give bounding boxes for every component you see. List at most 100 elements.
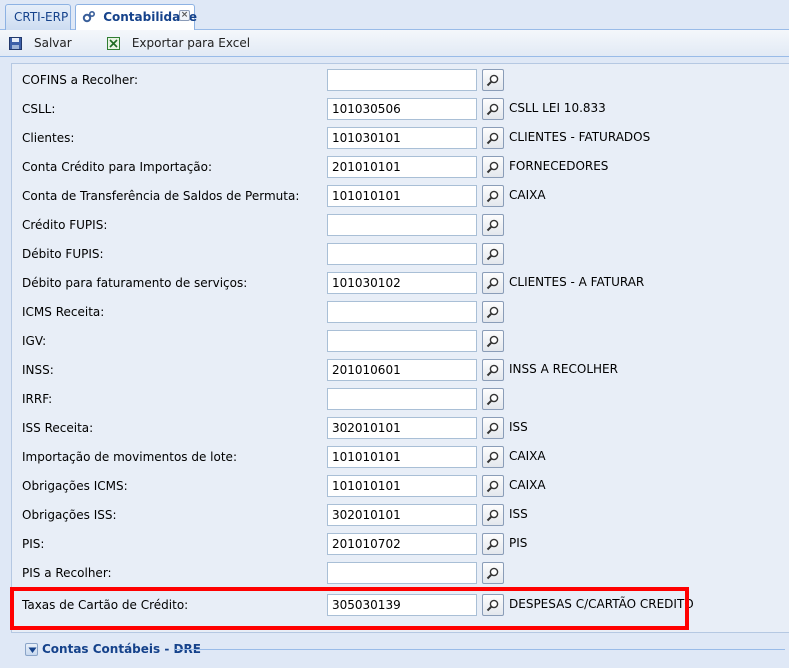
field-label: Débito FUPIS:: [22, 247, 104, 261]
form-row: Obrigações ISS: 302010101 ISS: [22, 504, 762, 526]
magnifier-icon: [486, 103, 499, 116]
field-label: Obrigações ICMS:: [22, 479, 128, 493]
save-label: Salvar: [34, 36, 72, 50]
account-description: CAIXA: [509, 478, 546, 492]
field-label: PIS:: [22, 537, 45, 551]
lookup-button[interactable]: [482, 272, 504, 294]
lookup-button[interactable]: [482, 504, 504, 526]
account-input[interactable]: [327, 69, 477, 91]
field-label: Clientes:: [22, 131, 75, 145]
lookup-button[interactable]: [482, 243, 504, 265]
account-input[interactable]: 101030102: [327, 272, 477, 294]
toolbar: Salvar Exportar para Excel: [0, 30, 789, 57]
account-input[interactable]: [327, 562, 477, 584]
account-input[interactable]: 201010601: [327, 359, 477, 381]
form-row: ISS Receita: 302010101 ISS: [22, 417, 762, 439]
export-excel-button[interactable]: Exportar para Excel: [107, 34, 250, 53]
field-label: Conta de Transferência de Saldos de Perm…: [22, 189, 300, 203]
field-label: COFINS a Recolher:: [22, 73, 139, 87]
save-icon: [9, 37, 22, 50]
lookup-button[interactable]: [482, 127, 504, 149]
lookup-button[interactable]: [482, 359, 504, 381]
account-input[interactable]: [327, 214, 477, 236]
account-input[interactable]: 101010101: [327, 446, 477, 468]
account-input[interactable]: [327, 330, 477, 352]
expand-toggle-icon[interactable]: [25, 643, 38, 656]
account-description: INSS A RECOLHER: [509, 362, 618, 376]
section-contas-contabeis-dre: Contas Contábeis - DRE: [15, 641, 785, 657]
export-label: Exportar para Excel: [131, 36, 251, 50]
lookup-button[interactable]: [482, 69, 504, 91]
magnifier-icon: [486, 335, 499, 348]
lookup-button[interactable]: [482, 417, 504, 439]
close-tab-icon[interactable]: ×: [179, 10, 190, 21]
section-divider: [175, 649, 785, 650]
field-label: Débito para faturamento de serviços:: [22, 276, 248, 290]
lookup-button[interactable]: [482, 156, 504, 178]
magnifier-icon: [486, 451, 499, 464]
form-row: IGV:: [22, 330, 762, 352]
form-row: Importação de movimentos de lote: 101010…: [22, 446, 762, 468]
lookup-button[interactable]: [482, 562, 504, 584]
field-label: CSLL:: [22, 102, 56, 116]
tab-contabilidade[interactable]: Contabilidade ×: [75, 4, 197, 31]
lookup-button[interactable]: [482, 98, 504, 120]
field-label: IGV:: [22, 334, 47, 348]
field-label: Conta Crédito para Importação:: [22, 160, 213, 174]
magnifier-icon: [486, 422, 499, 435]
lookup-button[interactable]: [482, 330, 504, 352]
highlight-box: [10, 587, 689, 630]
gears-icon: [82, 8, 96, 23]
magnifier-icon: [486, 567, 499, 580]
field-label: IRRF:: [22, 392, 53, 406]
form-row: Débito para faturamento de serviços: 101…: [22, 272, 762, 294]
account-description: CAIXA: [509, 449, 546, 463]
field-label: INSS:: [22, 363, 54, 377]
account-description: CSLL LEI 10.833: [509, 101, 606, 115]
account-description: PIS: [509, 536, 528, 550]
form-row: PIS a Recolher:: [22, 562, 762, 584]
lookup-button[interactable]: [482, 185, 504, 207]
lookup-button[interactable]: [482, 214, 504, 236]
lookup-button[interactable]: [482, 533, 504, 555]
form-row: CSLL: 101030506 CSLL LEI 10.833: [22, 98, 762, 120]
magnifier-icon: [486, 190, 499, 203]
lookup-button[interactable]: [482, 446, 504, 468]
account-input[interactable]: 101030506: [327, 98, 477, 120]
lookup-button[interactable]: [482, 475, 504, 497]
account-input[interactable]: 101010101: [327, 475, 477, 497]
lookup-button[interactable]: [482, 388, 504, 410]
tab-strip: CRTI-ERP Contabilidade ×: [0, 0, 789, 31]
account-input[interactable]: 201010101: [327, 156, 477, 178]
tab-crti-erp[interactable]: CRTI-ERP: [5, 4, 71, 30]
field-label: Importação de movimentos de lote:: [22, 450, 237, 464]
tab-label: CRTI-ERP: [14, 10, 69, 24]
field-label: Obrigações ISS:: [22, 508, 117, 522]
account-input[interactable]: 101030101: [327, 127, 477, 149]
account-input[interactable]: 302010101: [327, 504, 477, 526]
account-input[interactable]: 302010101: [327, 417, 477, 439]
form-row: Débito FUPIS:: [22, 243, 762, 265]
account-description: FORNECEDORES: [509, 159, 609, 173]
magnifier-icon: [486, 509, 499, 522]
form-row: Obrigações ICMS: 101010101 CAIXA: [22, 475, 762, 497]
account-input[interactable]: [327, 301, 477, 323]
lookup-button[interactable]: [482, 301, 504, 323]
excel-icon: [107, 37, 120, 50]
account-input[interactable]: 101010101: [327, 185, 477, 207]
save-button[interactable]: Salvar: [9, 34, 72, 53]
field-label: ISS Receita:: [22, 421, 94, 435]
magnifier-icon: [486, 393, 499, 406]
field-label: PIS a Recolher:: [22, 566, 112, 580]
form-row: Crédito FUPIS:: [22, 214, 762, 236]
account-input[interactable]: [327, 243, 477, 265]
account-input[interactable]: [327, 388, 477, 410]
form-row: Conta Crédito para Importação: 201010101…: [22, 156, 762, 178]
field-label: Crédito FUPIS:: [22, 218, 108, 232]
magnifier-icon: [486, 161, 499, 174]
magnifier-icon: [486, 248, 499, 261]
account-description: ISS: [509, 507, 528, 521]
account-input[interactable]: 201010702: [327, 533, 477, 555]
form-row: ICMS Receita:: [22, 301, 762, 323]
form-row: Clientes: 101030101 CLIENTES - FATURADOS: [22, 127, 762, 149]
